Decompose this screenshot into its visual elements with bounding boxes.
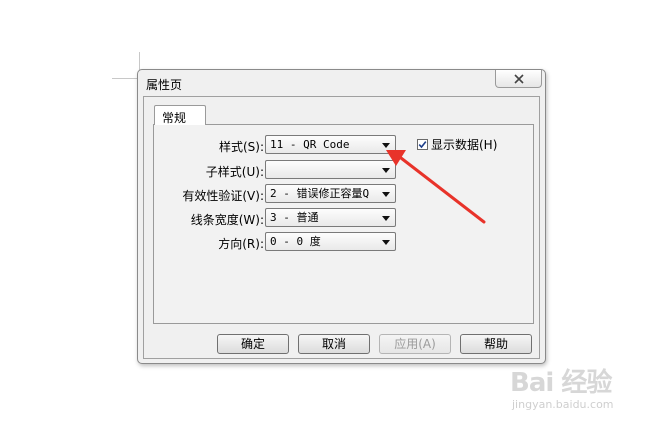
watermark-brand: Bai 经验 xyxy=(510,368,612,398)
watermark: Bai 经验 jingyan.baidu.com xyxy=(506,362,646,422)
tab-general[interactable]: 常规 xyxy=(154,105,206,125)
watermark-url: jingyan.baidu.com xyxy=(512,398,614,411)
